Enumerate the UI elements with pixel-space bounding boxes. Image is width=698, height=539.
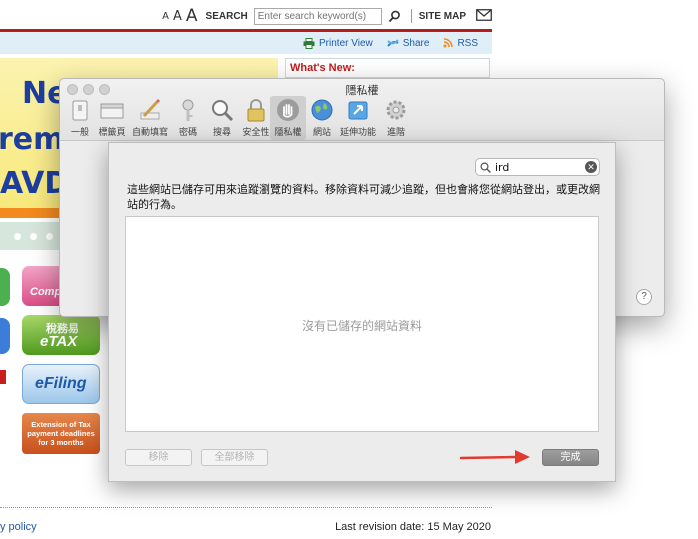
side-button-green[interactable] [0, 268, 10, 306]
general-icon [72, 100, 88, 121]
printer-icon [303, 37, 315, 49]
footer-divider [0, 507, 492, 508]
toolbar-autofill[interactable]: 自動填寫 [132, 96, 168, 140]
hand-icon [277, 99, 299, 121]
extension-notice-button[interactable]: Extension of Tax payment deadlines for 3… [22, 413, 100, 454]
page-tools-bar: Printer View Share RSS [0, 32, 492, 54]
mail-icon[interactable] [476, 8, 492, 24]
site-map-link[interactable]: SITE MAP [419, 11, 466, 22]
share-label: Share [402, 37, 430, 49]
clear-search-icon[interactable]: ✕ [585, 161, 597, 173]
website-data-sheet: ird ✕ 這些網站已儲存可用來追蹤瀏覽的資料。移除資料可減少追蹤，但也會將您從… [108, 142, 616, 482]
header-tools: A A A SEARCH SITE MAP [162, 6, 492, 26]
search-label: SEARCH [205, 10, 248, 22]
lock-icon [247, 99, 265, 122]
autofill-icon [140, 98, 161, 120]
whats-new-heading: What's New: [290, 62, 355, 74]
gear-icon [386, 100, 406, 120]
font-size-small-button[interactable]: A [162, 11, 169, 22]
pager-dot[interactable] [30, 233, 37, 240]
whats-new-panel: What's New: [285, 58, 490, 78]
last-revision-date: Last revision date: 15 May 2020 [335, 521, 491, 533]
remove-button[interactable]: 移除 [125, 449, 192, 466]
site-header: A A A SEARCH SITE MAP [0, 0, 492, 30]
rss-label: RSS [457, 37, 478, 49]
toolbar-websites[interactable]: 網站 [304, 96, 340, 140]
share-link[interactable]: Share [386, 37, 430, 49]
toolbar-label: 進階 [386, 128, 405, 138]
preferences-titlebar: 隱私權 一般 標籤頁 自動填寫 密碼 搜尋 安全性 隱私權 網站 延伸功能 進階 [60, 79, 664, 141]
share-icon [386, 39, 399, 47]
search-icon[interactable] [386, 7, 404, 25]
side-marker [0, 370, 6, 384]
banner-accent [0, 208, 60, 218]
side-button-blue[interactable] [0, 318, 10, 354]
banner-text: rem [0, 122, 65, 157]
efiling-button[interactable]: eFiling [22, 364, 100, 404]
etax-label: eTAX [40, 333, 78, 350]
done-button[interactable]: 完成 [542, 449, 599, 466]
remove-all-button[interactable]: 全部移除 [201, 449, 268, 466]
privacy-policy-link[interactable]: y policy [0, 521, 37, 533]
search-query[interactable]: ird [495, 161, 509, 174]
extension-notice-label: Extension of Tax payment deadlines for 3… [27, 420, 95, 447]
empty-list-message: 沒有已儲存的網站資料 [301, 319, 422, 333]
pager-dot[interactable] [14, 233, 21, 240]
printer-view-label: Printer View [319, 37, 373, 49]
globe-icon [311, 99, 333, 121]
puzzle-icon [348, 101, 368, 120]
efiling-label: eFiling [35, 375, 87, 392]
toolbar-advanced[interactable]: 進階 [378, 96, 414, 140]
pink-promo-label: Comp [30, 286, 62, 298]
search-icon [212, 100, 234, 122]
pager-dot[interactable] [46, 233, 53, 240]
sheet-description: 這些網站已儲存可用來追蹤瀏覽的資料。移除資料可減少追蹤，但也會將您從網站登出，或… [127, 183, 600, 211]
passwords-icon [182, 99, 194, 121]
tabs-icon [100, 103, 124, 119]
rss-link[interactable]: RSS [443, 38, 478, 49]
toolbar-extensions[interactable]: 延伸功能 [340, 96, 376, 140]
font-size-medium-button[interactable]: A [173, 9, 182, 24]
rss-icon [443, 38, 454, 48]
font-size-large-button[interactable]: A [186, 6, 198, 26]
site-search-input[interactable] [253, 7, 382, 25]
website-data-list[interactable]: 沒有已儲存的網站資料 [125, 216, 599, 432]
etax-button[interactable]: 稅務易 eTAX [22, 315, 100, 355]
annotation-arrow-icon [459, 450, 530, 464]
search-icon [480, 162, 491, 173]
help-button[interactable]: ? [636, 289, 652, 305]
toolbar-tabs[interactable]: 標籤頁 [94, 96, 130, 140]
printer-view-link[interactable]: Printer View [303, 37, 373, 49]
divider [410, 9, 412, 23]
website-data-search-field[interactable]: ird ✕ [475, 158, 600, 176]
